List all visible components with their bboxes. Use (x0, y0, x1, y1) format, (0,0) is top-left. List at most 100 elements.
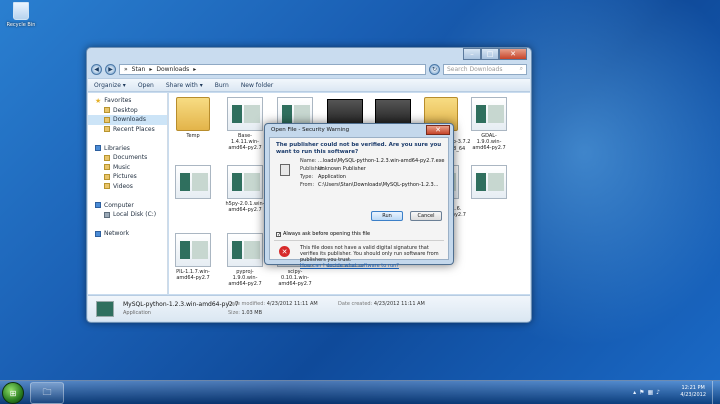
sidebar-item-pictures[interactable]: Pictures (88, 172, 167, 182)
file-thumbnail (96, 301, 114, 317)
network-icon (95, 230, 101, 237)
sidebar-item-favorites[interactable]: ★ Favorites (88, 96, 167, 106)
details-date-modified: Date modified: 4/23/2012 11:11 AM (228, 301, 318, 307)
recycle-bin-label: Recycle Bin (6, 22, 36, 28)
forward-button[interactable]: ▶ (105, 63, 116, 75)
sidebar-item-recent-places[interactable]: Recent Places (88, 125, 167, 135)
libraries-icon (95, 145, 101, 152)
installer-file-icon (175, 233, 211, 267)
checkbox-label: Always ask before opening this file (283, 231, 371, 237)
file-item[interactable]: Base-1.4.11.win-amd64-py2.7 (225, 97, 265, 151)
start-button[interactable]: ⊞ (2, 382, 24, 404)
address-bar[interactable]: » Stan ▸ Downloads ▸ (119, 63, 426, 75)
sidebar-item-label: Libraries (104, 144, 130, 152)
network-icon[interactable]: ▦ (647, 389, 653, 396)
security-warning-dialog[interactable]: Open File - Security Warning ✕ The publi… (264, 123, 454, 269)
recycle-bin-shortcut[interactable]: Recycle Bin (6, 2, 36, 28)
sidebar-item-label: Local Disk (C:) (113, 211, 157, 219)
desktop-icon (104, 107, 110, 114)
file-item[interactable]: h5py-2.0.1.win-amd64-py2.7 (225, 165, 265, 213)
help-link[interactable]: How can I decide what software to run? (300, 263, 399, 269)
sidebar-item-label: Music (113, 163, 131, 171)
maximize-button[interactable]: □ (481, 48, 499, 60)
dialog-heading: The publisher could not be verified. Are… (276, 142, 442, 155)
sidebar-item-network[interactable]: Network (88, 229, 167, 239)
run-button[interactable]: Run (371, 211, 403, 221)
computer-icon (95, 202, 101, 209)
installer-file-icon (471, 97, 507, 131)
recent-icon (104, 126, 110, 133)
always-ask-checkbox[interactable]: ✓ Always ask before opening this file (276, 231, 370, 237)
sidebar-item-label: Downloads (113, 116, 146, 124)
installer-file-icon (175, 165, 211, 199)
system-tray: ▴ ⚑ ▦ ♪ (633, 389, 660, 396)
field-publisher: Publisher: Unknown Publisher (300, 166, 366, 172)
search-input[interactable]: Search Downloads ⌕ (443, 63, 527, 75)
file-item[interactable]: GDAL-1.9.0.win-amd64-py2.7 (469, 97, 509, 151)
checkbox-checked-icon[interactable]: ✓ (276, 231, 281, 237)
sidebar-item-downloads[interactable]: Downloads (88, 115, 167, 125)
clock[interactable]: 12:21 PM 4/23/2012 (680, 385, 706, 399)
minimize-button[interactable]: – (463, 48, 481, 60)
videos-icon (104, 183, 110, 190)
breadcrumb-item-stan[interactable]: Stan (132, 66, 146, 73)
sidebar-item-documents[interactable]: Documents (88, 153, 167, 163)
sidebar-item-label: Recent Places (113, 125, 155, 133)
navigation-pane: ★ Favorites Desktop Downloads Recent Places L… (88, 93, 168, 294)
sidebar-item-label: Videos (113, 182, 133, 190)
search-placeholder: Search Downloads (447, 65, 503, 73)
file-name: Temp (186, 133, 200, 139)
sidebar-item-computer[interactable]: Computer (88, 201, 167, 211)
sidebar-item-videos[interactable]: Videos (88, 182, 167, 192)
share-with-button[interactable]: Share with ▾ (166, 82, 203, 89)
volume-icon[interactable]: ♪ (656, 389, 660, 396)
organize-button[interactable]: Organize ▾ (94, 82, 126, 89)
clock-date: 4/23/2012 (680, 392, 706, 398)
field-name: Name: ...loads\MySQL-python-1.2.3.win-amd… (300, 158, 445, 164)
arrow-up-icon[interactable]: ▴ (633, 389, 636, 396)
sidebar-item-libraries[interactable]: Libraries (88, 144, 167, 154)
installer-file-icon (227, 97, 263, 131)
file-item[interactable]: PIL-1.1.7.win-amd64-py2.7 (173, 233, 213, 281)
recycle-bin-icon (13, 2, 29, 20)
sidebar-item-music[interactable]: Music (88, 163, 167, 173)
sidebar-item-local-disk-c[interactable]: Local Disk (C:) (88, 210, 167, 220)
breadcrumb-chevron-icon: ▸ (193, 65, 197, 73)
close-button[interactable]: ✕ (499, 48, 527, 60)
breadcrumb-item-downloads[interactable]: Downloads (156, 66, 189, 73)
file-name: pyproj-1.9.0.win-amd64-py2.7 (228, 269, 262, 287)
file-item[interactable]: pyproj-1.9.0.win-amd64-py2.7 (225, 233, 265, 287)
back-button[interactable]: ◀ (91, 63, 102, 75)
documents-icon (104, 154, 110, 161)
sidebar-item-label: Network (104, 230, 130, 238)
sidebar-item-desktop[interactable]: Desktop (88, 106, 167, 116)
taskbar-explorer-button[interactable]: 🗀 (30, 382, 64, 404)
installer-file-icon (471, 165, 507, 199)
file-name: GDAL-1.9.0.win-amd64-py2.7 (472, 133, 506, 151)
field-type: Type: Application (300, 174, 346, 180)
dialog-body: The publisher could not be verified. Are… (269, 137, 449, 269)
details-date-created: Date created: 4/23/2012 11:11 AM (338, 301, 425, 307)
new-folder-button[interactable]: New folder (241, 82, 273, 89)
open-button[interactable]: Open (138, 82, 154, 89)
file-item[interactable]: Temp (173, 97, 213, 139)
details-file-name: MySQL-python-1.2.3.win-amd64-py2.7 (123, 301, 239, 308)
burn-button[interactable]: Burn (215, 82, 229, 89)
pictures-icon (104, 173, 110, 180)
refresh-button[interactable]: ↻ (429, 63, 440, 75)
file-name: h5py-2.0.1.win-amd64-py2.7 (225, 201, 265, 213)
breadcrumb-chevron-icon: ▸ (149, 65, 153, 73)
flag-icon[interactable]: ⚑ (639, 389, 644, 396)
breadcrumb-chevron-icon: » (124, 65, 128, 73)
application-icon (280, 164, 290, 176)
music-icon (104, 164, 110, 171)
file-item[interactable] (173, 165, 213, 201)
file-item[interactable] (469, 165, 509, 201)
sidebar-item-label: Pictures (113, 173, 137, 181)
cancel-button[interactable]: Cancel (410, 211, 442, 221)
show-desktop-button[interactable] (712, 381, 720, 404)
shield-warning-icon: ✕ (279, 246, 290, 257)
dialog-close-button[interactable]: ✕ (426, 125, 450, 135)
